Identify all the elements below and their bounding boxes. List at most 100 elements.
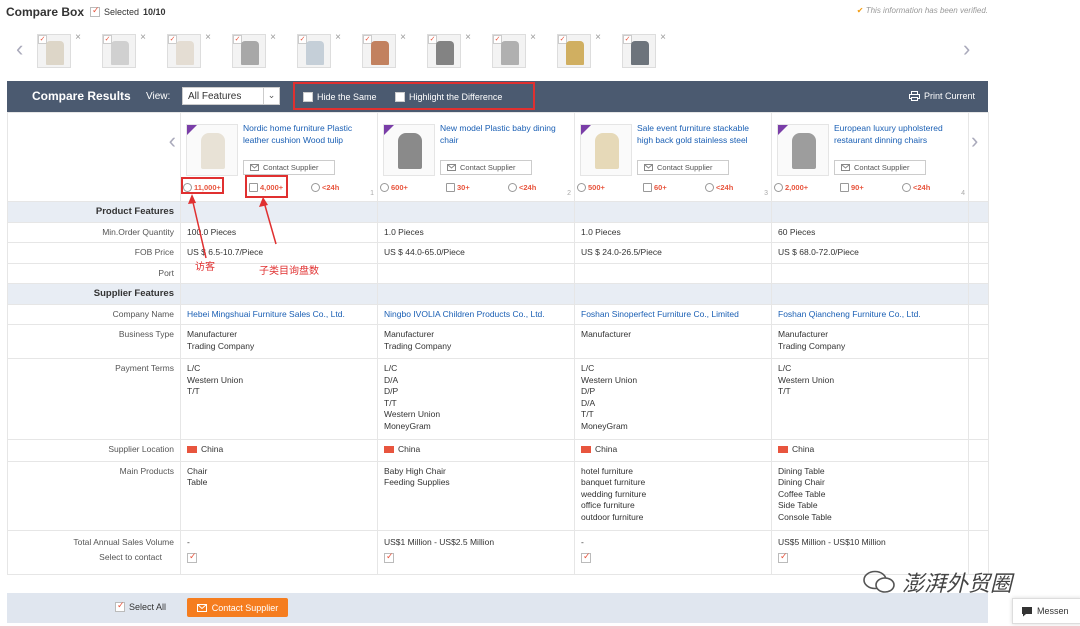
close-icon[interactable]: × (205, 32, 211, 43)
product-card: Sale event furniture stackable high back… (575, 113, 771, 200)
chat-icon (1022, 606, 1032, 616)
inquiries-value: 90+ (851, 183, 864, 192)
thumbnail-chair-white-2[interactable]: ✓ × (167, 32, 211, 68)
list-line: D/A (384, 374, 399, 385)
cell-value: 1.0 Pieces (574, 221, 772, 243)
product-thumb-image (631, 41, 649, 65)
select-all-toggle[interactable]: Select All (115, 600, 166, 612)
view-label: View: (146, 91, 171, 102)
thumbnail-chair-white[interactable]: ✓ × (37, 32, 81, 68)
list-line: L/C (581, 363, 595, 373)
china-flag-icon (778, 446, 788, 454)
product-image[interactable] (777, 124, 829, 176)
chevron-right-icon[interactable]: › (971, 130, 978, 151)
close-icon[interactable]: × (400, 32, 406, 43)
thumbnail-room[interactable]: ✓ × (427, 32, 471, 68)
print-button[interactable]: Print Current (908, 91, 975, 101)
thumbnail-chair-gray[interactable]: ✓ × (232, 32, 276, 68)
clock-icon (705, 183, 714, 193)
cell-value: US$1 Million - US$2.5 Million (384, 536, 495, 547)
list-line: Manufacturer (778, 329, 829, 339)
company-link[interactable]: Hebei Mingshuai Furniture Sales Co., Ltd… (187, 309, 345, 319)
list-line: Western Union (187, 374, 244, 385)
views-value: 600+ (391, 183, 408, 192)
product-image[interactable] (186, 124, 238, 176)
close-icon[interactable]: × (75, 32, 81, 43)
list-line: Dining Chair (778, 477, 825, 488)
list-line: Baby High Chair (384, 465, 446, 476)
verified-note: ✔ This information has been verified. (857, 6, 988, 15)
contact-supplier-button[interactable]: Contact Supplier (834, 160, 926, 175)
company-link[interactable]: Foshan Sinoperfect Furniture Co., Limite… (581, 309, 739, 319)
select-contact-checkbox[interactable] (187, 551, 197, 564)
chevron-left-icon[interactable]: ‹ (16, 36, 23, 62)
thumbnail-shelf[interactable]: ✓ × (297, 32, 341, 68)
list-line: L/C (187, 363, 201, 373)
close-icon[interactable]: × (270, 32, 276, 43)
hide-same-toggle[interactable]: Hide the Same (303, 92, 377, 102)
row-label: Port (7, 262, 181, 284)
product-name-link[interactable]: Nordic home furniture Plastic leather cu… (243, 123, 371, 146)
contact-supplier-button[interactable]: Contact Supplier (637, 160, 729, 175)
list-line: T/T (384, 397, 397, 408)
location-value: China (201, 444, 224, 454)
close-icon[interactable]: × (530, 32, 536, 43)
close-icon[interactable]: × (660, 32, 666, 43)
views-value: 2,000+ (785, 183, 809, 192)
close-icon[interactable]: × (595, 32, 601, 43)
bottom-action-bar: Select All Contact Supplier (7, 593, 988, 623)
product-name-link[interactable]: Sale event furniture stackable high back… (637, 123, 765, 146)
inquiries-annotation: 子类目询盘数 (259, 266, 319, 277)
inquiries-stat: 60+ (643, 182, 667, 194)
cell-value: - (187, 536, 190, 547)
row-company-name: Company Name Hebei Mingshuai Furniture S… (7, 303, 989, 325)
watermark: 澎湃外贸圈 (862, 566, 1012, 598)
contact-supplier-button[interactable]: Contact Supplier (187, 598, 288, 617)
list-line: Chair (187, 465, 208, 476)
thumbnail-chairs-multi-2[interactable]: ✓ × (557, 32, 601, 68)
printer-icon (908, 91, 920, 101)
chevron-left-icon[interactable]: ‹ (169, 130, 176, 151)
list-line: D/P (384, 386, 399, 396)
inquiries-stat: 90+ (840, 182, 864, 194)
select-contact-checkbox[interactable] (778, 551, 788, 564)
product-name-link[interactable]: New model Plastic baby dining chair (440, 123, 568, 146)
thumbnail-dining-set[interactable]: ✓ × (622, 32, 666, 68)
selected-indicator[interactable]: Selected 10/10 (90, 5, 166, 17)
clock-icon (902, 183, 911, 193)
row-payment-terms: Payment Terms L/C Western Union T/T L/C D/A… (7, 358, 989, 440)
product-image[interactable] (580, 124, 632, 176)
highlight-diff-toggle[interactable]: Highlight the Difference (395, 92, 502, 102)
chevron-right-icon[interactable]: › (963, 36, 970, 62)
list-line: Coffee Table (778, 488, 826, 499)
select-contact-checkbox[interactable] (581, 551, 591, 564)
product-image[interactable] (383, 124, 435, 176)
thumbnail-baby-chair[interactable]: ✓ × (102, 32, 146, 68)
close-icon[interactable]: × (465, 32, 471, 43)
contact-supplier-button[interactable]: Contact Supplier (440, 160, 532, 175)
thumbnail-chairs-multi[interactable]: ✓ × (362, 32, 406, 68)
chevron-down-icon[interactable]: ⌄ (263, 88, 279, 104)
company-link[interactable]: Foshan Qiancheng Furniture Co., Ltd. (778, 309, 921, 319)
highlight-diff-checkbox[interactable] (395, 92, 405, 102)
hide-same-checkbox[interactable] (303, 92, 313, 102)
selected-checkbox[interactable] (90, 5, 100, 17)
select-contact-checkbox[interactable] (384, 551, 394, 564)
select-all-checkbox[interactable] (115, 600, 125, 612)
close-icon[interactable]: × (335, 32, 341, 43)
messenger-label: Messen (1037, 606, 1069, 616)
product-thumb-image (566, 41, 584, 65)
product-name-link[interactable]: European luxury upholstered restaurant d… (834, 123, 962, 146)
list-line: Western Union (581, 374, 638, 385)
inquiry-icon (446, 183, 455, 193)
view-select[interactable]: All Features ⌄ (182, 87, 280, 105)
response-stat: <24h (311, 182, 339, 194)
close-icon[interactable]: × (140, 32, 146, 43)
company-link[interactable]: Ningbo IVOLIA Children Products Co., Ltd… (384, 309, 545, 319)
thumbnail-chair-gray-2[interactable]: ✓ × (492, 32, 536, 68)
list-line: L/C (384, 363, 398, 373)
messenger-button[interactable]: Messen (1012, 598, 1080, 624)
list-line: T/T (187, 386, 200, 396)
contact-supplier-button[interactable]: Contact Supplier (243, 160, 335, 175)
cell-value: US $ 68.0-72.0/Piece (771, 242, 969, 264)
